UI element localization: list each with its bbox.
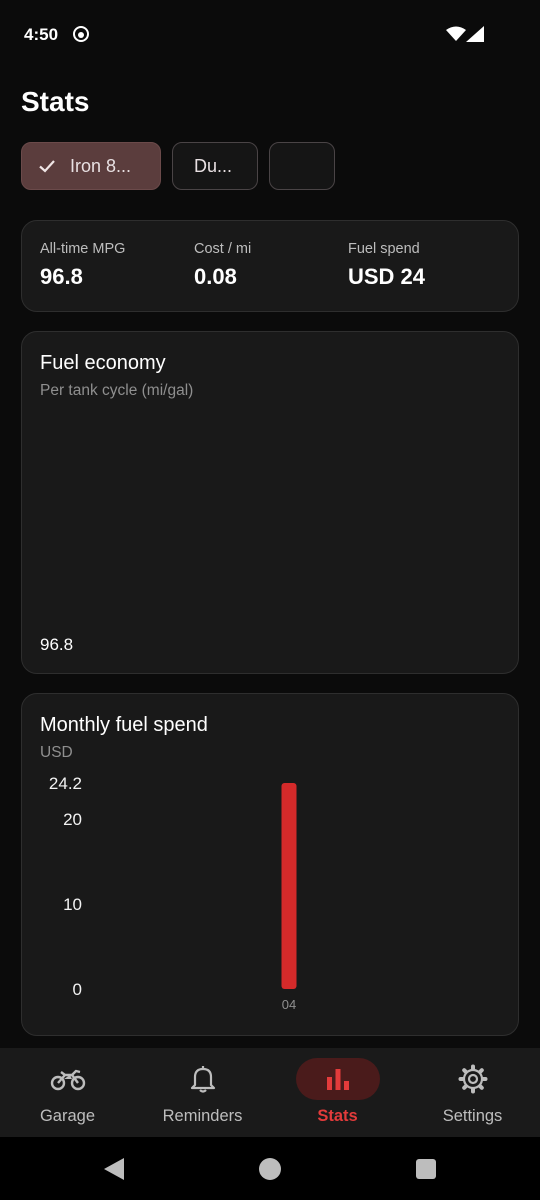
stat-label: All-time MPG (40, 241, 126, 257)
nav-icon-container (26, 1058, 110, 1100)
monthly-spend-chart: 24.2 20 10 0 04 (49, 774, 297, 1012)
stat-value: 96.8 (40, 264, 83, 289)
nav-label: Stats (317, 1107, 358, 1125)
nav-icon-container (161, 1058, 245, 1100)
y-tick-label: 24.2 (49, 774, 82, 793)
vehicle-chip-label: Du... (194, 155, 233, 176)
nav-item-stats[interactable]: Stats (270, 1048, 405, 1137)
y-tick-label: 0 (73, 980, 82, 999)
nav-label: Garage (39, 1107, 96, 1125)
vehicle-chip-label: Iron 8... (70, 155, 132, 176)
summary-card: All-time MPG 96.8 Cost / mi 0.08 Fuel sp… (21, 220, 519, 312)
recents-icon[interactable] (416, 1159, 436, 1179)
monthly-fuel-spend-card: Monthly fuel spend USD 24.2 20 10 0 04 (21, 693, 519, 1036)
status-bar: 4:50 (0, 0, 540, 70)
gear-icon (458, 1064, 487, 1094)
y-tick-label: 10 (63, 895, 82, 914)
stat-label: Cost / mi (194, 241, 252, 257)
vehicle-chip-du[interactable]: Du... (172, 142, 258, 190)
y-tick-label: 20 (63, 810, 82, 829)
fuel-spend-stat: Fuel spend USD 24 (348, 241, 425, 290)
home-icon[interactable] (258, 1157, 282, 1181)
check-icon (39, 160, 55, 173)
bar-chart-icon (326, 1069, 349, 1090)
bell-icon (190, 1066, 215, 1093)
nav-item-settings[interactable]: Settings (405, 1048, 540, 1137)
system-nav-bar (0, 1137, 540, 1200)
all-time-mpg-stat: All-time MPG 96.8 (40, 241, 125, 290)
x-tick-label: 04 (282, 997, 296, 1012)
motorcycle-icon (50, 1069, 85, 1091)
fuel-economy-data-label: 96.8 (40, 635, 74, 654)
nav-icon-container (295, 1058, 380, 1100)
nav-item-reminders[interactable]: Reminders (135, 1048, 270, 1137)
cost-per-mile-stat: Cost / mi 0.08 (194, 241, 251, 290)
bottom-nav: Garage Reminders Stats Settings (0, 1048, 540, 1137)
nav-label: Settings (442, 1107, 503, 1125)
stat-value: 0.08 (194, 264, 237, 289)
wifi-icon (446, 26, 466, 41)
vehicle-chip-empty[interactable] (269, 142, 335, 190)
status-time: 4:50 (24, 25, 59, 44)
fuel-economy-card: Fuel economy Per tank cycle (mi/gal) 96.… (21, 331, 519, 674)
nav-item-garage[interactable]: Garage (0, 1048, 135, 1137)
card-subtitle: Per tank cycle (mi/gal) (40, 382, 194, 399)
nav-label: Reminders (162, 1107, 243, 1125)
card-title: Fuel economy (40, 352, 166, 374)
bar (281, 783, 297, 989)
stat-label: Fuel spend (348, 241, 420, 257)
back-icon[interactable] (102, 1157, 126, 1181)
page-title: Stats (21, 86, 90, 117)
stat-value: USD 24 (348, 264, 426, 289)
nav-icon-container (431, 1058, 515, 1100)
app-notification-icon (73, 26, 89, 42)
cell-signal-icon (466, 26, 484, 42)
vehicle-chip-iron-883[interactable]: Iron 8... (21, 142, 161, 190)
